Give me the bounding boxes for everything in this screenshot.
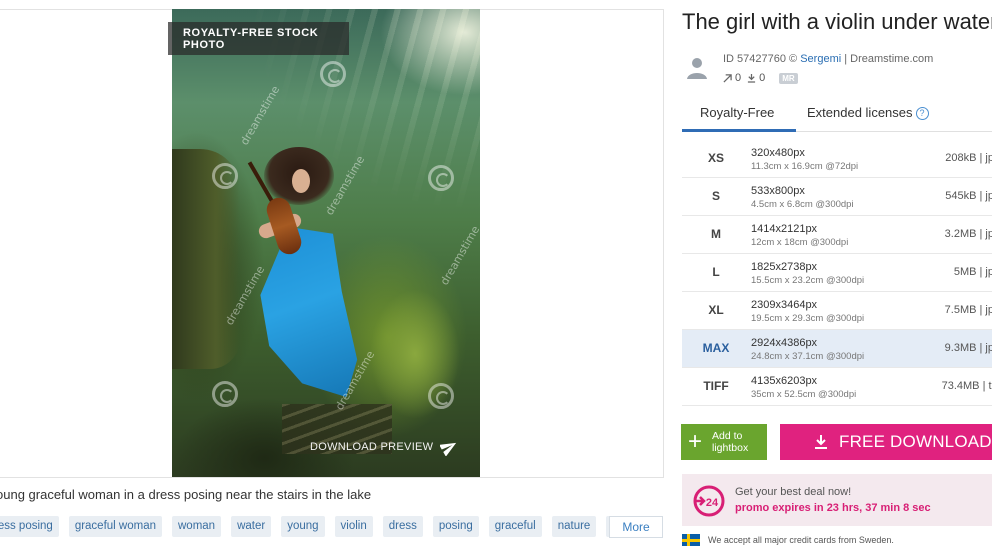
views-count: 0 bbox=[735, 72, 742, 84]
image-caption: oung graceful woman in a dress posing ne… bbox=[0, 487, 372, 502]
size-filesize: 3.2MB | jp bbox=[944, 228, 992, 240]
image-id: ID 57427760 © bbox=[723, 53, 801, 65]
sweden-flag-icon bbox=[682, 534, 700, 546]
size-filesize: 73.4MB | ti bbox=[941, 380, 992, 392]
watermark-icon bbox=[320, 61, 346, 87]
size-row-xs[interactable]: XS 320x480px 11.3cm x 16.9cm @72dpi 208k… bbox=[682, 140, 992, 178]
face bbox=[292, 169, 310, 193]
downloads-count: 0 bbox=[759, 72, 766, 84]
size-physical: 12cm x 18cm @300dpi bbox=[751, 237, 849, 248]
size-physical: 15.5cm x 23.2cm @300dpi bbox=[751, 275, 865, 286]
tag[interactable]: ress posing bbox=[0, 516, 59, 537]
size-pixels: 2924x4386px bbox=[751, 337, 818, 349]
watermark-text: dreamstime bbox=[437, 223, 480, 288]
size-row-l[interactable]: L 1825x2738px 15.5cm x 23.2cm @300dpi 5M… bbox=[682, 254, 992, 292]
site-name: | Dreamstime.com bbox=[841, 53, 934, 65]
size-code: MAX bbox=[702, 341, 730, 355]
size-filesize: 545kB | jp bbox=[945, 190, 992, 202]
watermark-icon bbox=[212, 381, 238, 407]
size-pixels: 320x480px bbox=[751, 147, 805, 159]
promo-banner[interactable]: 24 Get your best deal now! promo expires… bbox=[682, 474, 992, 526]
download-count-icon bbox=[748, 73, 756, 83]
size-filesize: 9.3MB | jp bbox=[944, 342, 992, 354]
size-row-m[interactable]: M 1414x2121px 12cm x 18cm @300dpi 3.2MB … bbox=[682, 216, 992, 254]
lightbox-label-line1: Add to bbox=[712, 430, 743, 442]
promo-countdown: promo expires in 23 hrs, 37 min 8 sec bbox=[735, 502, 931, 514]
views-icon bbox=[723, 73, 732, 83]
tag[interactable]: woman bbox=[172, 516, 222, 537]
download-preview-button[interactable]: DOWNLOAD PREVIEW bbox=[290, 430, 480, 464]
watermark-icon bbox=[212, 163, 238, 189]
size-filesize: 208kB | jp bbox=[945, 152, 992, 164]
image-stats: 0 0 MR bbox=[723, 72, 798, 84]
tag[interactable]: dress bbox=[382, 516, 423, 537]
size-row-tiff[interactable]: TIFF 4135x6203px 35cm x 52.5cm @300dpi 7… bbox=[682, 368, 992, 406]
tab-extended-label: Extended licenses bbox=[807, 105, 913, 120]
size-row-max[interactable]: MAX 2924x4386px 24.8cm x 37.1cm @300dpi … bbox=[682, 330, 992, 368]
tag[interactable]: posing bbox=[432, 516, 479, 537]
image-meta: ID 57427760 © Sergemi | Dreamstime.com bbox=[723, 53, 933, 65]
size-physical: 24.8cm x 37.1cm @300dpi bbox=[751, 351, 865, 362]
promo-headline: Get your best deal now! bbox=[735, 486, 852, 498]
author-avatar-icon[interactable] bbox=[686, 56, 708, 80]
size-code: XS bbox=[707, 151, 724, 165]
keyword-tags: ress posing graceful woman woman water y… bbox=[0, 516, 653, 538]
payment-note-text: We accept all major credit cards from Sw… bbox=[708, 535, 894, 545]
size-row-s[interactable]: S 533x800px 4.5cm x 6.8cm @300dpi 545kB … bbox=[682, 178, 992, 216]
size-row-xl[interactable]: XL 2309x3464px 19.5cm x 29.3cm @300dpi 7… bbox=[682, 292, 992, 330]
help-icon[interactable]: ? bbox=[915, 107, 929, 121]
downloads-stat: 0 bbox=[747, 72, 765, 84]
lightbox-label: Add to lightbox bbox=[712, 430, 748, 454]
send-icon bbox=[440, 442, 457, 456]
tag[interactable]: young bbox=[281, 516, 325, 537]
size-code: L bbox=[712, 265, 720, 279]
size-physical: 35cm x 52.5cm @300dpi bbox=[751, 389, 857, 400]
size-code: S bbox=[711, 189, 720, 203]
license-tabs: Royalty-Free Extended licenses? bbox=[681, 97, 992, 132]
promo-24-icon: 24 bbox=[693, 485, 725, 517]
size-code: M bbox=[711, 227, 721, 241]
page-title: The girl with a violin under water bbox=[682, 9, 992, 34]
size-physical: 11.3cm x 16.9cm @72dpi bbox=[751, 161, 859, 172]
more-tags-button[interactable]: More bbox=[609, 516, 663, 538]
views-stat: 0 bbox=[723, 72, 741, 84]
model-release-badge: MR bbox=[779, 72, 798, 84]
size-physical: 19.5cm x 29.3cm @300dpi bbox=[751, 313, 865, 324]
size-code: TIFF bbox=[703, 379, 729, 393]
size-pixels: 533x800px bbox=[751, 185, 805, 197]
svg-text:24: 24 bbox=[706, 497, 719, 509]
free-download-label: FREE DOWNLOAD bbox=[839, 432, 992, 451]
size-pixels: 1825x2738px bbox=[751, 261, 818, 273]
lightbox-label-line2: lightbox bbox=[712, 442, 749, 454]
download-icon bbox=[815, 435, 827, 449]
size-pixels: 4135x6203px bbox=[751, 375, 818, 387]
plus-icon: + bbox=[688, 428, 703, 455]
tab-royalty-free[interactable]: Royalty-Free bbox=[681, 105, 797, 132]
free-download-button[interactable]: FREE DOWNLOAD bbox=[780, 424, 992, 460]
size-pixels: 1414x2121px bbox=[751, 223, 818, 235]
size-pixels: 2309x3464px bbox=[751, 299, 818, 311]
download-preview-label: DOWNLOAD PREVIEW bbox=[310, 441, 434, 453]
size-options-table: XS 320x480px 11.3cm x 16.9cm @72dpi 208k… bbox=[682, 140, 992, 406]
size-code: XL bbox=[708, 303, 724, 317]
payment-note: We accept all major credit cards from Sw… bbox=[682, 534, 894, 546]
tag[interactable]: graceful woman bbox=[68, 516, 162, 537]
royalty-free-badge: ROYALTY-FREE STOCK PHOTO bbox=[168, 22, 349, 55]
tag[interactable]: nature bbox=[551, 516, 597, 537]
size-filesize: 5MB | jp bbox=[953, 266, 992, 278]
tab-extended-licenses[interactable]: Extended licenses? bbox=[807, 105, 929, 121]
size-filesize: 7.5MB | jp bbox=[944, 304, 992, 316]
tag[interactable]: violin bbox=[334, 516, 373, 537]
watermark-icon bbox=[428, 165, 454, 191]
add-to-lightbox-button[interactable]: + Add to lightbox bbox=[681, 424, 767, 460]
author-link[interactable]: Sergemi bbox=[800, 53, 841, 65]
tag[interactable]: water bbox=[231, 516, 272, 537]
size-physical: 4.5cm x 6.8cm @300dpi bbox=[751, 199, 854, 210]
watermark-icon bbox=[428, 383, 454, 409]
blue-dress bbox=[260, 227, 358, 397]
stock-photo[interactable]: dreamstime dreamstime dreamstime dreamst… bbox=[172, 9, 480, 477]
tag[interactable]: graceful bbox=[488, 516, 542, 537]
